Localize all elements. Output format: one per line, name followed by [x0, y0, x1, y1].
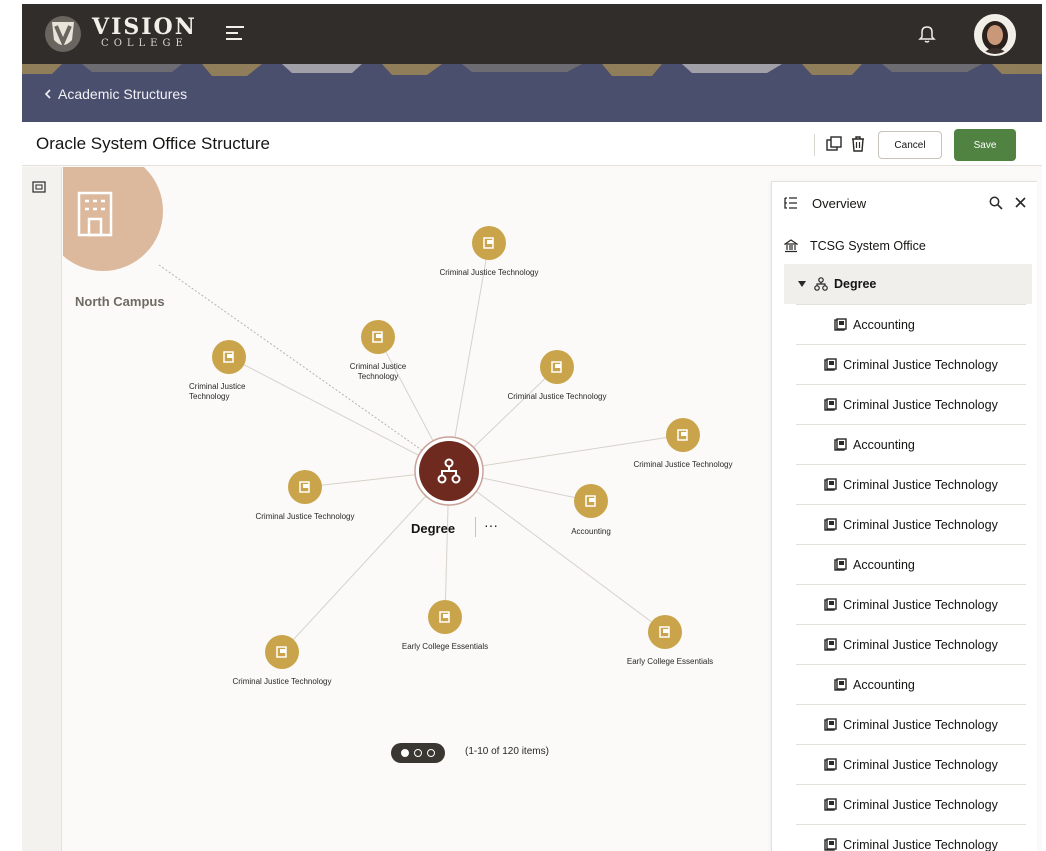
pagination-dots: [391, 743, 445, 763]
program-node-label: Criminal Justice Technology: [633, 460, 733, 469]
tree-item[interactable]: Criminal Justice Technology: [796, 584, 1026, 624]
campus-link: [158, 264, 424, 452]
program-doc-icon: [824, 718, 837, 731]
overview-title: Overview: [812, 196, 867, 211]
hierarchy-icon: [814, 277, 828, 291]
program-node-label: Criminal Justice Technology: [439, 268, 539, 277]
app-window: VISION COLLEGE Academic Structures Oracl…: [22, 4, 1042, 851]
tree-item-label: Accounting: [853, 677, 915, 692]
structure-diagram: North Campus Criminal Justice Technology…: [63, 167, 771, 851]
brand-sub: COLLEGE: [101, 38, 188, 49]
overview-header: Overview: [772, 182, 1038, 224]
program-doc-icon: [824, 838, 837, 851]
tree-item-label: Accounting: [853, 557, 915, 572]
save-button[interactable]: Save: [954, 129, 1016, 161]
tree-item[interactable]: Accounting: [796, 424, 1026, 464]
tree-item[interactable]: Criminal Justice Technology: [796, 704, 1026, 744]
tree-item[interactable]: Criminal Justice Technology: [796, 504, 1026, 544]
tree-item[interactable]: Criminal Justice Technology: [796, 744, 1026, 784]
program-doc-icon: [834, 678, 847, 691]
tree-item[interactable]: Criminal Justice Technology: [796, 624, 1026, 664]
cancel-button[interactable]: Cancel: [878, 131, 942, 159]
program-doc-icon: [824, 638, 837, 651]
page-dot-3[interactable]: [427, 749, 435, 757]
tree-root-row[interactable]: TCSG System Office: [772, 226, 1038, 266]
tree-item-label: Criminal Justice Technology: [843, 717, 998, 732]
tree-item-label: Criminal Justice Technology: [843, 357, 998, 372]
program-node-label: Criminal Justice Technology: [189, 382, 246, 401]
tree-item[interactable]: Criminal Justice Technology: [796, 464, 1026, 504]
tree-root-label: TCSG System Office: [810, 239, 926, 253]
program-doc-icon: [824, 398, 837, 411]
program-doc-icon: [824, 798, 837, 811]
program-doc-icon: [824, 518, 837, 531]
tree-item-label: Criminal Justice Technology: [843, 397, 998, 412]
top-bar: VISION COLLEGE: [22, 4, 1042, 64]
center-node-label: Degree: [411, 521, 456, 536]
page-title: Oracle System Office Structure: [36, 134, 270, 153]
tree-item[interactable]: Accounting: [796, 544, 1026, 584]
back-link-label: Academic Structures: [58, 86, 188, 102]
duplicate-icon[interactable]: [824, 134, 844, 154]
fit-to-screen-icon[interactable]: [32, 181, 46, 193]
toolbar-divider: [814, 134, 815, 156]
tree-item-label: Criminal Justice Technology: [843, 597, 998, 612]
page-title-bar: Oracle System Office Structure Cancel Sa…: [22, 122, 1042, 166]
page-dot-1[interactable]: [401, 749, 409, 757]
tree-item[interactable]: Criminal Justice Technology: [796, 824, 1026, 851]
campus-label: North Campus: [75, 294, 165, 309]
search-icon[interactable]: [989, 196, 1003, 210]
node-link-9: [448, 470, 666, 633]
pagination-text: (1-10 of 120 items): [465, 746, 549, 757]
tree-item[interactable]: Accounting: [796, 664, 1026, 704]
program-node-label: Criminal Justice Technology: [349, 362, 407, 381]
delete-icon[interactable]: [848, 134, 868, 154]
tree-item-label: Criminal Justice Technology: [843, 837, 998, 851]
tree-item-label: Accounting: [853, 317, 915, 332]
left-toolbar: [22, 167, 62, 851]
program-node-label: Criminal Justice Technology: [507, 392, 607, 401]
overview-panel: Overview TCSG System Office Degree Accou…: [771, 181, 1037, 851]
chevron-left-icon: [44, 89, 51, 99]
bell-icon[interactable]: [918, 24, 936, 44]
tree-item[interactable]: Accounting: [796, 304, 1026, 344]
institution-icon: [784, 239, 798, 253]
center-node-more-button[interactable]: ···: [475, 517, 498, 537]
back-link[interactable]: Academic Structures: [44, 86, 187, 102]
tree-item[interactable]: Criminal Justice Technology: [796, 784, 1026, 824]
tree-item-label: Criminal Justice Technology: [843, 477, 998, 492]
program-node-label: Criminal Justice Technology: [232, 677, 332, 686]
program-node-label: Early College Essentials: [401, 642, 489, 651]
page-dot-2[interactable]: [414, 749, 422, 757]
program-doc-icon: [834, 438, 847, 451]
brand-wordmark: VISION COLLEGE: [92, 16, 197, 50]
program-doc-icon: [824, 598, 837, 611]
program-doc-icon: [824, 478, 837, 491]
tree-item-label: Criminal Justice Technology: [843, 757, 998, 772]
tree-item-label: Criminal Justice Technology: [843, 797, 998, 812]
program-node-label: Early College Essentials: [626, 657, 714, 666]
vision-shield-logo: [45, 16, 81, 52]
program-node-label: Accounting: [571, 527, 611, 536]
tree-item-label: Criminal Justice Technology: [843, 637, 998, 652]
program-doc-icon: [824, 758, 837, 771]
program-node-label: Criminal Justice Technology: [255, 512, 355, 521]
tree-group-row[interactable]: Degree: [784, 264, 1032, 304]
close-icon[interactable]: [1015, 197, 1026, 208]
list-tree-icon: [784, 197, 797, 209]
program-doc-icon: [834, 558, 847, 571]
user-avatar[interactable]: [974, 14, 1016, 56]
program-doc-icon: [834, 318, 847, 331]
tree-group-label: Degree: [834, 277, 877, 291]
hamburger-icon[interactable]: [226, 26, 244, 42]
program-doc-icon: [824, 358, 837, 371]
brand-main: VISION: [92, 14, 197, 40]
tree-item-label: Accounting: [853, 437, 915, 452]
caret-down-icon[interactable]: [798, 281, 806, 287]
tree-item[interactable]: Criminal Justice Technology: [796, 344, 1026, 384]
tree-item[interactable]: Criminal Justice Technology: [796, 384, 1026, 424]
tree-item-label: Criminal Justice Technology: [843, 517, 998, 532]
